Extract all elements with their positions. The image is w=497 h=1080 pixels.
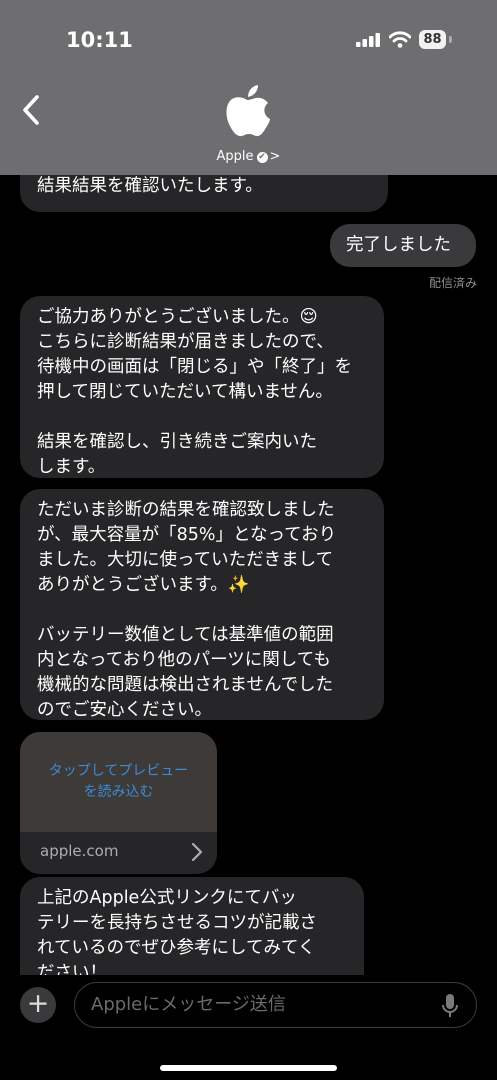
chevron-right-icon (191, 842, 203, 862)
microphone-icon[interactable] (441, 993, 459, 1019)
contact-name: Apple (216, 149, 254, 164)
add-attachment-button[interactable]: + (20, 987, 56, 1023)
battery-level: 88 (419, 30, 446, 49)
status-time: 10:11 (66, 28, 133, 52)
home-indicator (160, 1065, 337, 1071)
link-preview-text: タップしてプレビュー を読み込む (48, 763, 189, 800)
message-text: ご協力ありがとうございました。😌 こちらに診断結果が届きましたので、 待機中の画… (37, 307, 352, 477)
outgoing-message[interactable]: 完了しました (330, 224, 476, 267)
incoming-message[interactable]: ただいま診断の結果を確認致しました が、最大容量が「85%」となっており ました… (20, 489, 384, 720)
incoming-message[interactable]: 結果結果を確認いたします。 (20, 175, 388, 212)
delivery-status: 配信済み (428, 276, 477, 290)
conversation-header: 10:11 88 Apple ✔ > (0, 0, 497, 175)
link-preview-card[interactable]: タップしてプレビュー を読み込む apple.com (20, 732, 217, 874)
link-domain: apple.com (40, 842, 119, 860)
composer-bar: + Appleにメッセージ送信 (0, 975, 497, 1080)
message-thread[interactable]: 結果結果を確認いたします。 完了しました 配信済み ご協力ありがとうございました… (0, 175, 497, 975)
apple-logo-icon[interactable] (222, 84, 272, 138)
message-text: 上記のApple公式リンクにてバッ テリーを長持ちさせるコツが記載さ れているの… (37, 888, 317, 975)
incoming-message[interactable]: 上記のApple公式リンクにてバッ テリーを長持ちさせるコツが記載さ れているの… (20, 877, 364, 975)
cellular-signal-icon (356, 33, 380, 47)
chevron-left-icon[interactable] (18, 92, 48, 128)
contact-name-button[interactable]: Apple ✔ > (0, 149, 497, 164)
message-input[interactable]: Appleにメッセージ送信 (74, 982, 477, 1028)
battery-cap (449, 36, 452, 43)
wifi-icon (389, 31, 411, 48)
incoming-message[interactable]: ご協力ありがとうございました。😌 こちらに診断結果が届きましたので、 待機中の画… (20, 296, 384, 478)
link-footer[interactable]: apple.com (20, 832, 217, 874)
message-text: 結果結果を確認いたします。 (37, 176, 263, 196)
chevron-right-icon: > (269, 149, 281, 164)
verified-badge-icon: ✔ (256, 152, 268, 163)
link-preview-image[interactable]: タップしてプレビュー を読み込む (20, 732, 217, 832)
message-text: 完了しました (346, 235, 451, 255)
message-text: ただいま診断の結果を確認致しました が、最大容量が「85%」となっており ました… (37, 500, 337, 720)
